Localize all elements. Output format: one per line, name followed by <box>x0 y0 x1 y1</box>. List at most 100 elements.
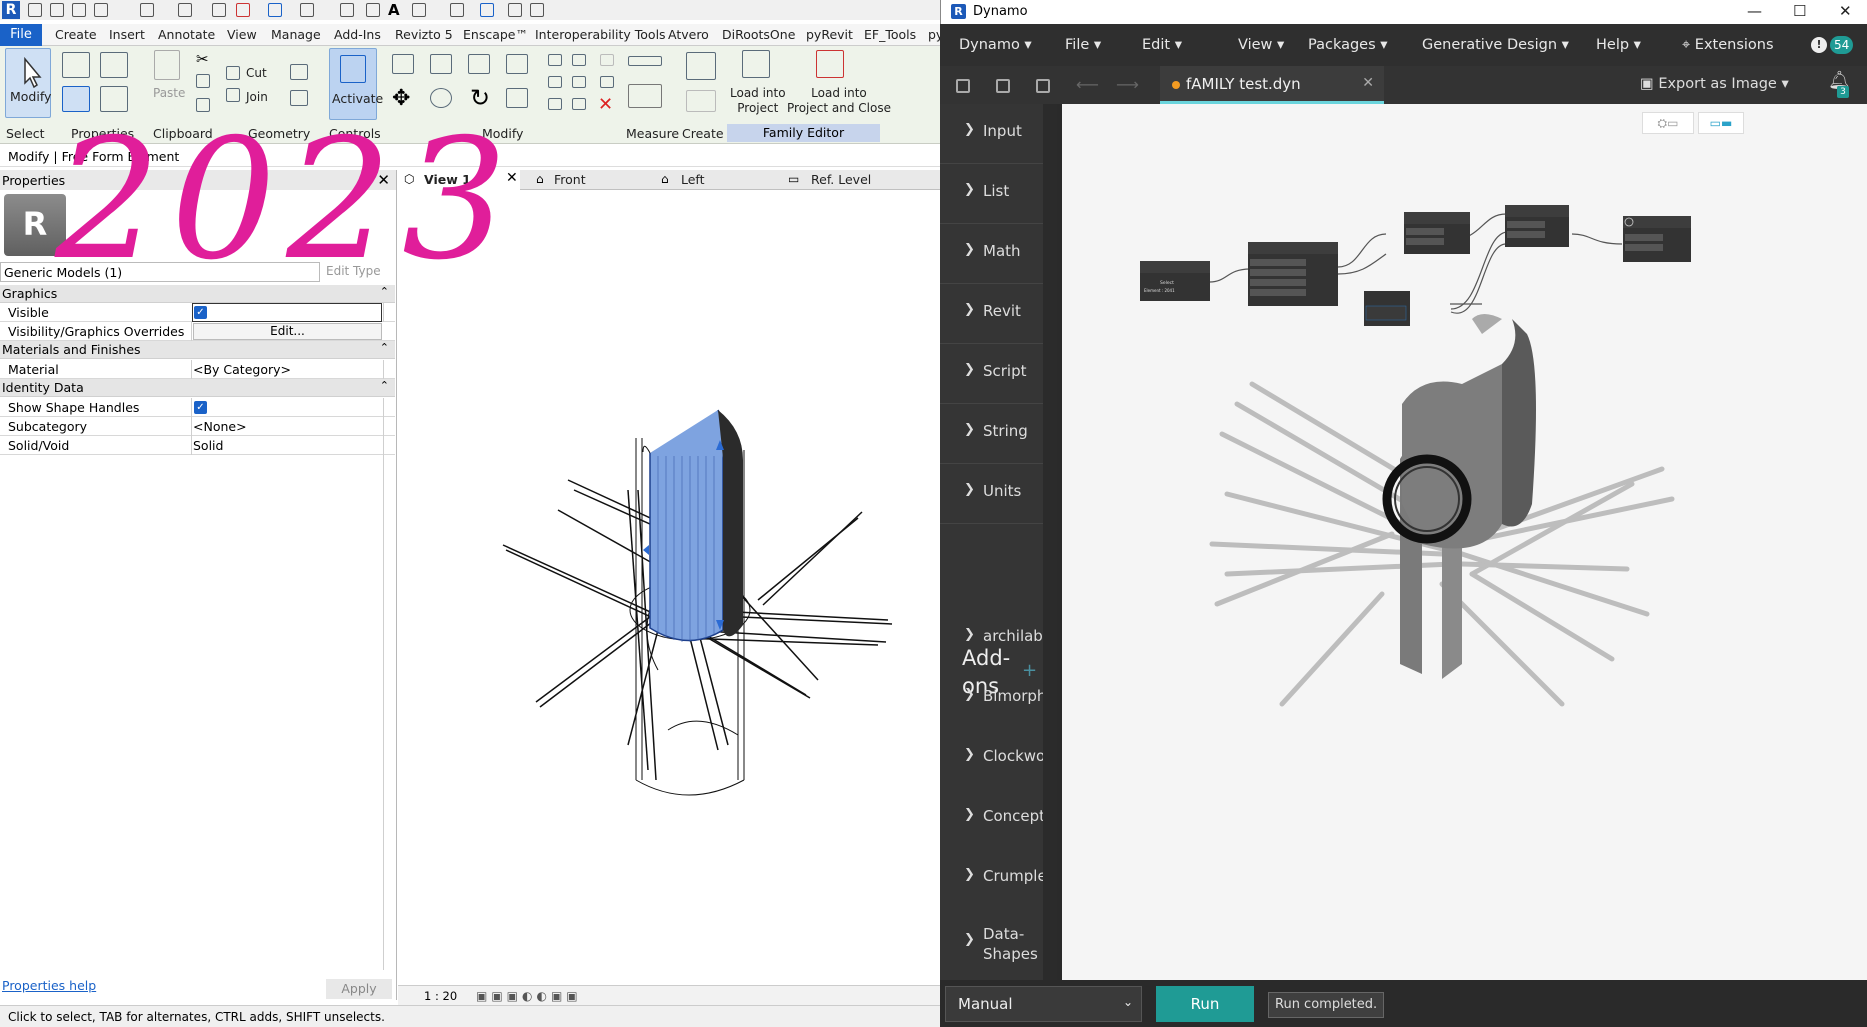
split-gap-icon[interactable] <box>572 54 586 66</box>
measure-distance-icon[interactable] <box>628 56 662 66</box>
scissors-icon[interactable]: ✂ <box>196 50 209 68</box>
node-function[interactable] <box>1248 242 1338 306</box>
mirror-draw-icon[interactable] <box>506 54 528 74</box>
apply-button[interactable]: Apply <box>326 979 392 999</box>
visible-cell[interactable] <box>192 303 382 322</box>
undo-icon[interactable] <box>140 3 154 17</box>
tab-view[interactable]: View <box>227 27 257 42</box>
menu-help[interactable]: Help ▾ <box>1596 37 1641 53</box>
save-icon[interactable] <box>72 3 86 17</box>
tab-interoperability[interactable]: Interoperability Tools <box>535 27 666 42</box>
run-mode-dropdown[interactable]: Manual ⌄ <box>945 986 1142 1022</box>
family-types-icon[interactable] <box>100 52 128 78</box>
library-item-revit[interactable]: ❯ Revit <box>940 284 1043 344</box>
dimension-icon[interactable] <box>366 3 380 17</box>
node-select-element[interactable]: Select Element : 2041 <box>1140 261 1210 301</box>
new-file-icon[interactable] <box>956 79 970 93</box>
library-item-list[interactable]: ❯ List <box>940 164 1043 224</box>
copy-icon[interactable] <box>196 74 210 88</box>
pin-icon[interactable] <box>600 76 614 88</box>
library-item-crumple[interactable]: ❯ Crumple <box>940 849 1043 909</box>
extensions-button[interactable]: ⌖ Extensions <box>1682 37 1774 53</box>
menu-file[interactable]: File ▾ <box>1065 37 1101 53</box>
split-icon[interactable] <box>548 54 562 66</box>
show-handles-checkbox[interactable]: ✓ <box>194 401 207 414</box>
pdf-icon[interactable] <box>236 3 250 17</box>
new-icon[interactable] <box>28 3 42 17</box>
node-number-input[interactable] <box>1364 291 1410 326</box>
minimize-icon[interactable]: — <box>1747 2 1762 20</box>
tab-enscape[interactable]: Enscape™ <box>463 27 528 42</box>
material-value[interactable]: <By Category> <box>193 362 291 377</box>
type-properties-icon[interactable] <box>62 52 90 78</box>
menu-edit[interactable]: Edit ▾ <box>1142 37 1182 53</box>
tab-add-ins[interactable]: Add-Ins <box>334 27 381 42</box>
tab-annotate[interactable]: Annotate <box>158 27 215 42</box>
tab-ef-tools[interactable]: EF_Tools <box>864 27 916 42</box>
scale-icon[interactable] <box>572 76 586 88</box>
offset-icon[interactable] <box>430 54 452 74</box>
library-scrollbar[interactable] <box>1043 104 1057 980</box>
library-item-units[interactable]: ❯ Units <box>940 464 1043 524</box>
redo-icon[interactable] <box>178 3 192 17</box>
menu-generative-design[interactable]: Generative Design ▾ <box>1422 37 1569 53</box>
wall-join-icon[interactable] <box>290 64 308 80</box>
align-icon[interactable] <box>392 54 414 74</box>
modify-button[interactable]: Modify <box>5 48 51 118</box>
tab-left[interactable]: Left <box>681 172 705 187</box>
properties-help-link[interactable]: Properties help <box>2 978 96 993</box>
extend-multiple-icon[interactable] <box>572 98 586 110</box>
3d-view-icon[interactable] <box>412 3 426 17</box>
close-hidden-icon[interactable] <box>480 3 494 17</box>
menu-packages[interactable]: Packages ▾ <box>1308 37 1388 53</box>
load-into-project-icon[interactable] <box>742 50 770 78</box>
switch-windows-icon[interactable] <box>508 3 522 17</box>
print-icon[interactable] <box>212 3 226 17</box>
freeform-model-view[interactable] <box>398 190 940 985</box>
section-materials[interactable]: Materials and Finishes ⌃ <box>0 341 395 359</box>
text-icon[interactable]: A <box>388 1 400 19</box>
extend-icon[interactable] <box>548 98 562 110</box>
export-as-image-button[interactable]: ▣ Export as Image ▾ <box>1640 76 1789 92</box>
graph-workspace[interactable]: Select Element : 2041 <box>1062 104 1867 980</box>
join-label[interactable]: Join <box>246 90 268 104</box>
tab-manage[interactable]: Manage <box>271 27 321 42</box>
join-geometry-icon[interactable] <box>226 88 240 102</box>
revit-logo-icon[interactable]: R <box>2 1 20 19</box>
tag-icon[interactable] <box>340 3 354 17</box>
library-item-conceptual[interactable]: ❯Conceptu <box>940 789 1043 849</box>
run-button[interactable]: Run <box>1156 986 1254 1022</box>
library-item-input[interactable]: ❯ Input <box>940 104 1043 164</box>
info-icon[interactable]: ! <box>1811 37 1827 53</box>
vg-edit-button[interactable]: Edit... <box>193 323 382 340</box>
cut-geometry-icon[interactable] <box>226 66 240 80</box>
library-item-clockwork[interactable]: ❯Clockwor <box>940 729 1043 789</box>
load-close-icon[interactable] <box>816 50 844 78</box>
close-icon[interactable]: ✕ <box>1362 75 1374 91</box>
unpin-icon[interactable] <box>600 54 614 66</box>
view-canvas[interactable] <box>398 190 940 985</box>
mirror-pick-icon[interactable] <box>468 54 490 74</box>
library-item-math[interactable]: ❯ Math <box>940 224 1043 284</box>
sync-icon[interactable] <box>94 3 108 17</box>
graph-canvas[interactable]: ⛭▭ ▭▬ ⛶ + − ✥ Select Element : 2041 <box>1062 104 1867 980</box>
tab-insert[interactable]: Insert <box>109 27 145 42</box>
open-icon[interactable] <box>50 3 64 17</box>
menu-dynamo[interactable]: Dynamo ▾ <box>959 37 1032 53</box>
section-identity[interactable]: Identity Data ⌃ <box>0 379 395 397</box>
node-surface[interactable] <box>1404 212 1470 254</box>
maximize-icon[interactable]: ☐ <box>1793 2 1806 20</box>
undo-icon[interactable]: ⟵ <box>1076 75 1099 94</box>
thin-lines-icon[interactable] <box>268 3 282 17</box>
solid-void-value[interactable]: Solid <box>193 438 223 453</box>
library-item-bimorph[interactable]: ❯ Bimorph <box>940 669 1043 729</box>
tab-create[interactable]: Create <box>55 27 97 42</box>
library-item-script[interactable]: ❯ Script <box>940 344 1043 404</box>
open-file-icon[interactable] <box>996 79 1010 93</box>
create-icon[interactable] <box>686 52 716 80</box>
array-icon[interactable] <box>548 76 562 88</box>
save-file-icon[interactable] <box>1036 79 1050 93</box>
group-select[interactable]: Select <box>6 126 45 141</box>
load-into-project-button[interactable]: Load into Project <box>730 86 786 116</box>
tab-dirootsone[interactable]: DiRootsOne <box>722 27 795 42</box>
